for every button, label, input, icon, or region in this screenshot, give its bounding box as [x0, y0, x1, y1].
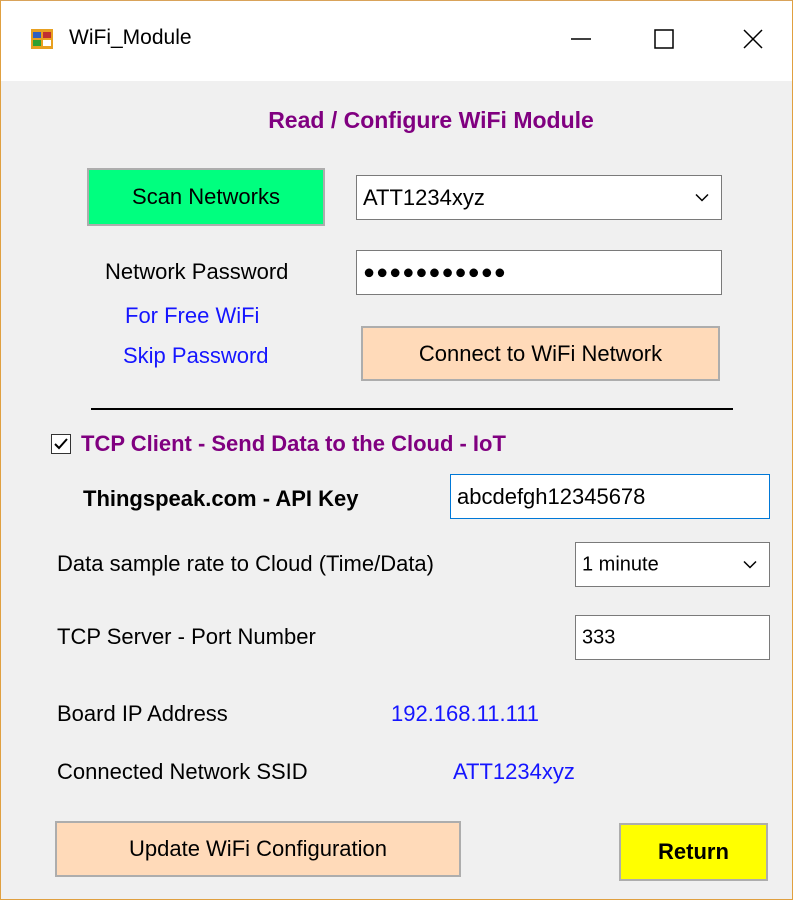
- api-key-value: abcdefgh12345678: [457, 483, 646, 509]
- connect-wifi-label: Connect to WiFi Network: [418, 340, 663, 366]
- port-number-label: TCP Server - Port Number: [57, 624, 316, 649]
- chevron-down-icon: [695, 193, 709, 202]
- api-key-label: Thingspeak.com - API Key: [83, 486, 359, 511]
- network-select[interactable]: ATT1234xyz: [356, 175, 722, 220]
- scan-networks-button[interactable]: Scan Networks: [87, 168, 325, 226]
- title-bar[interactable]: WiFi_Module: [1, 1, 792, 81]
- update-wifi-config-label: Update WiFi Configuration: [128, 836, 387, 861]
- sample-rate-value: 1 minute: [582, 553, 659, 575]
- network-password-label: Network Password: [105, 259, 289, 284]
- return-label: Return: [658, 839, 729, 864]
- connected-ssid-value: ATT1234xyz: [453, 759, 575, 784]
- sample-rate-select[interactable]: 1 minute: [575, 542, 770, 587]
- section-divider: [91, 408, 733, 410]
- scan-networks-label: Scan Networks: [132, 184, 280, 209]
- board-ip-label: Board IP Address: [57, 701, 228, 726]
- minimize-icon: [571, 38, 591, 40]
- skip-password-hint: Skip Password: [123, 343, 269, 368]
- maximize-icon: [654, 29, 674, 49]
- return-button[interactable]: Return: [619, 823, 768, 881]
- window-title: WiFi_Module: [69, 26, 192, 49]
- tcp-client-label[interactable]: TCP Client - Send Data to the Cloud - Io…: [81, 431, 506, 457]
- close-icon: [743, 29, 763, 49]
- board-ip-value: 192.168.11.111: [391, 701, 540, 726]
- maximize-button[interactable]: [627, 11, 701, 67]
- sample-rate-label: Data sample rate to Cloud (Time/Data): [57, 551, 434, 576]
- network-password-field[interactable]: ●●●●●●●●●●●: [356, 250, 722, 295]
- port-number-field[interactable]: 333: [575, 615, 770, 660]
- connected-ssid-label: Connected Network SSID: [57, 759, 308, 784]
- network-select-value: ATT1234xyz: [363, 184, 485, 210]
- update-wifi-config-button[interactable]: Update WiFi Configuration: [55, 821, 461, 877]
- api-key-field[interactable]: abcdefgh12345678: [450, 474, 770, 519]
- free-wifi-hint: For Free WiFi: [125, 303, 260, 328]
- connect-wifi-button[interactable]: Connect to WiFi Network: [361, 326, 720, 381]
- app-window: WiFi_Module Read / Configure WiFi Module…: [0, 0, 793, 900]
- chevron-down-icon: [743, 560, 757, 569]
- tcp-client-checkbox[interactable]: [51, 434, 71, 454]
- password-masked-value: ●●●●●●●●●●●: [363, 261, 507, 283]
- minimize-button[interactable]: [544, 11, 618, 67]
- checkmark-icon: [54, 438, 68, 450]
- close-button[interactable]: [716, 11, 790, 67]
- port-number-value: 333: [582, 626, 616, 648]
- app-icon: [31, 29, 53, 49]
- page-title: Read / Configure WiFi Module: [268, 107, 594, 133]
